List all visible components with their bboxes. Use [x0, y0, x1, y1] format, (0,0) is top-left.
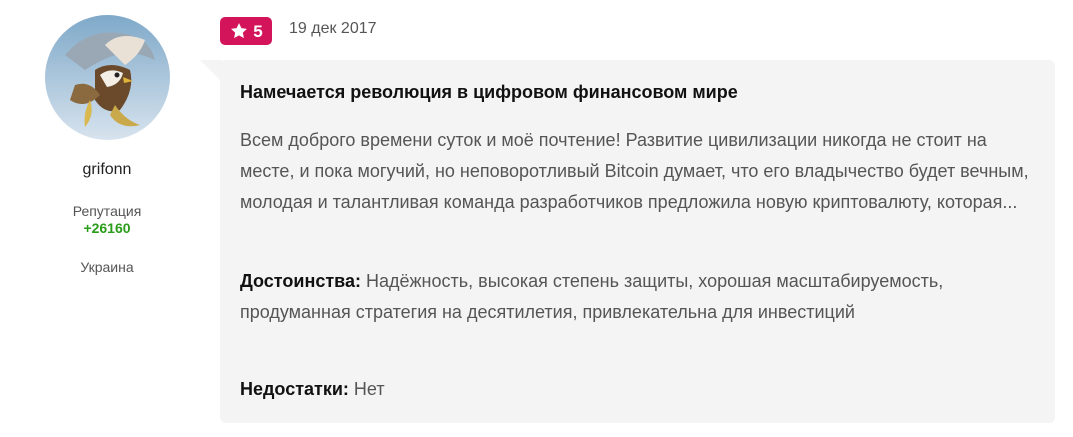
- avatar[interactable]: [45, 15, 170, 140]
- rating-badge: 5: [220, 17, 272, 45]
- cons-text: Нет: [348, 379, 385, 399]
- review-text: Всем доброго времени суток и моё почтени…: [240, 130, 1029, 212]
- rating-value: 5: [253, 21, 263, 41]
- review-cons: Недостатки: Нет: [240, 374, 1040, 405]
- review-card: [220, 60, 1055, 423]
- country: Украина: [80, 259, 134, 275]
- card-pointer: [200, 60, 222, 82]
- reputation-label: Репутация: [72, 203, 142, 219]
- cons-label: Недостатки:: [240, 379, 349, 399]
- pros-label: Достоинства:: [240, 271, 361, 291]
- review-date: 19 дек 2017: [289, 20, 377, 37]
- review-title[interactable]: Намечается революция в цифровом финансов…: [240, 82, 738, 103]
- review-pros: Достоинства: Надёжность, высокая степень…: [240, 266, 1040, 328]
- username[interactable]: grifonn: [0, 161, 214, 179]
- griffin-avatar-image: [45, 15, 170, 140]
- reputation-value: +26160: [83, 220, 131, 236]
- star-icon: [231, 23, 248, 39]
- author-panel: grifonn Репутация +26160 Украина: [0, 0, 210, 437]
